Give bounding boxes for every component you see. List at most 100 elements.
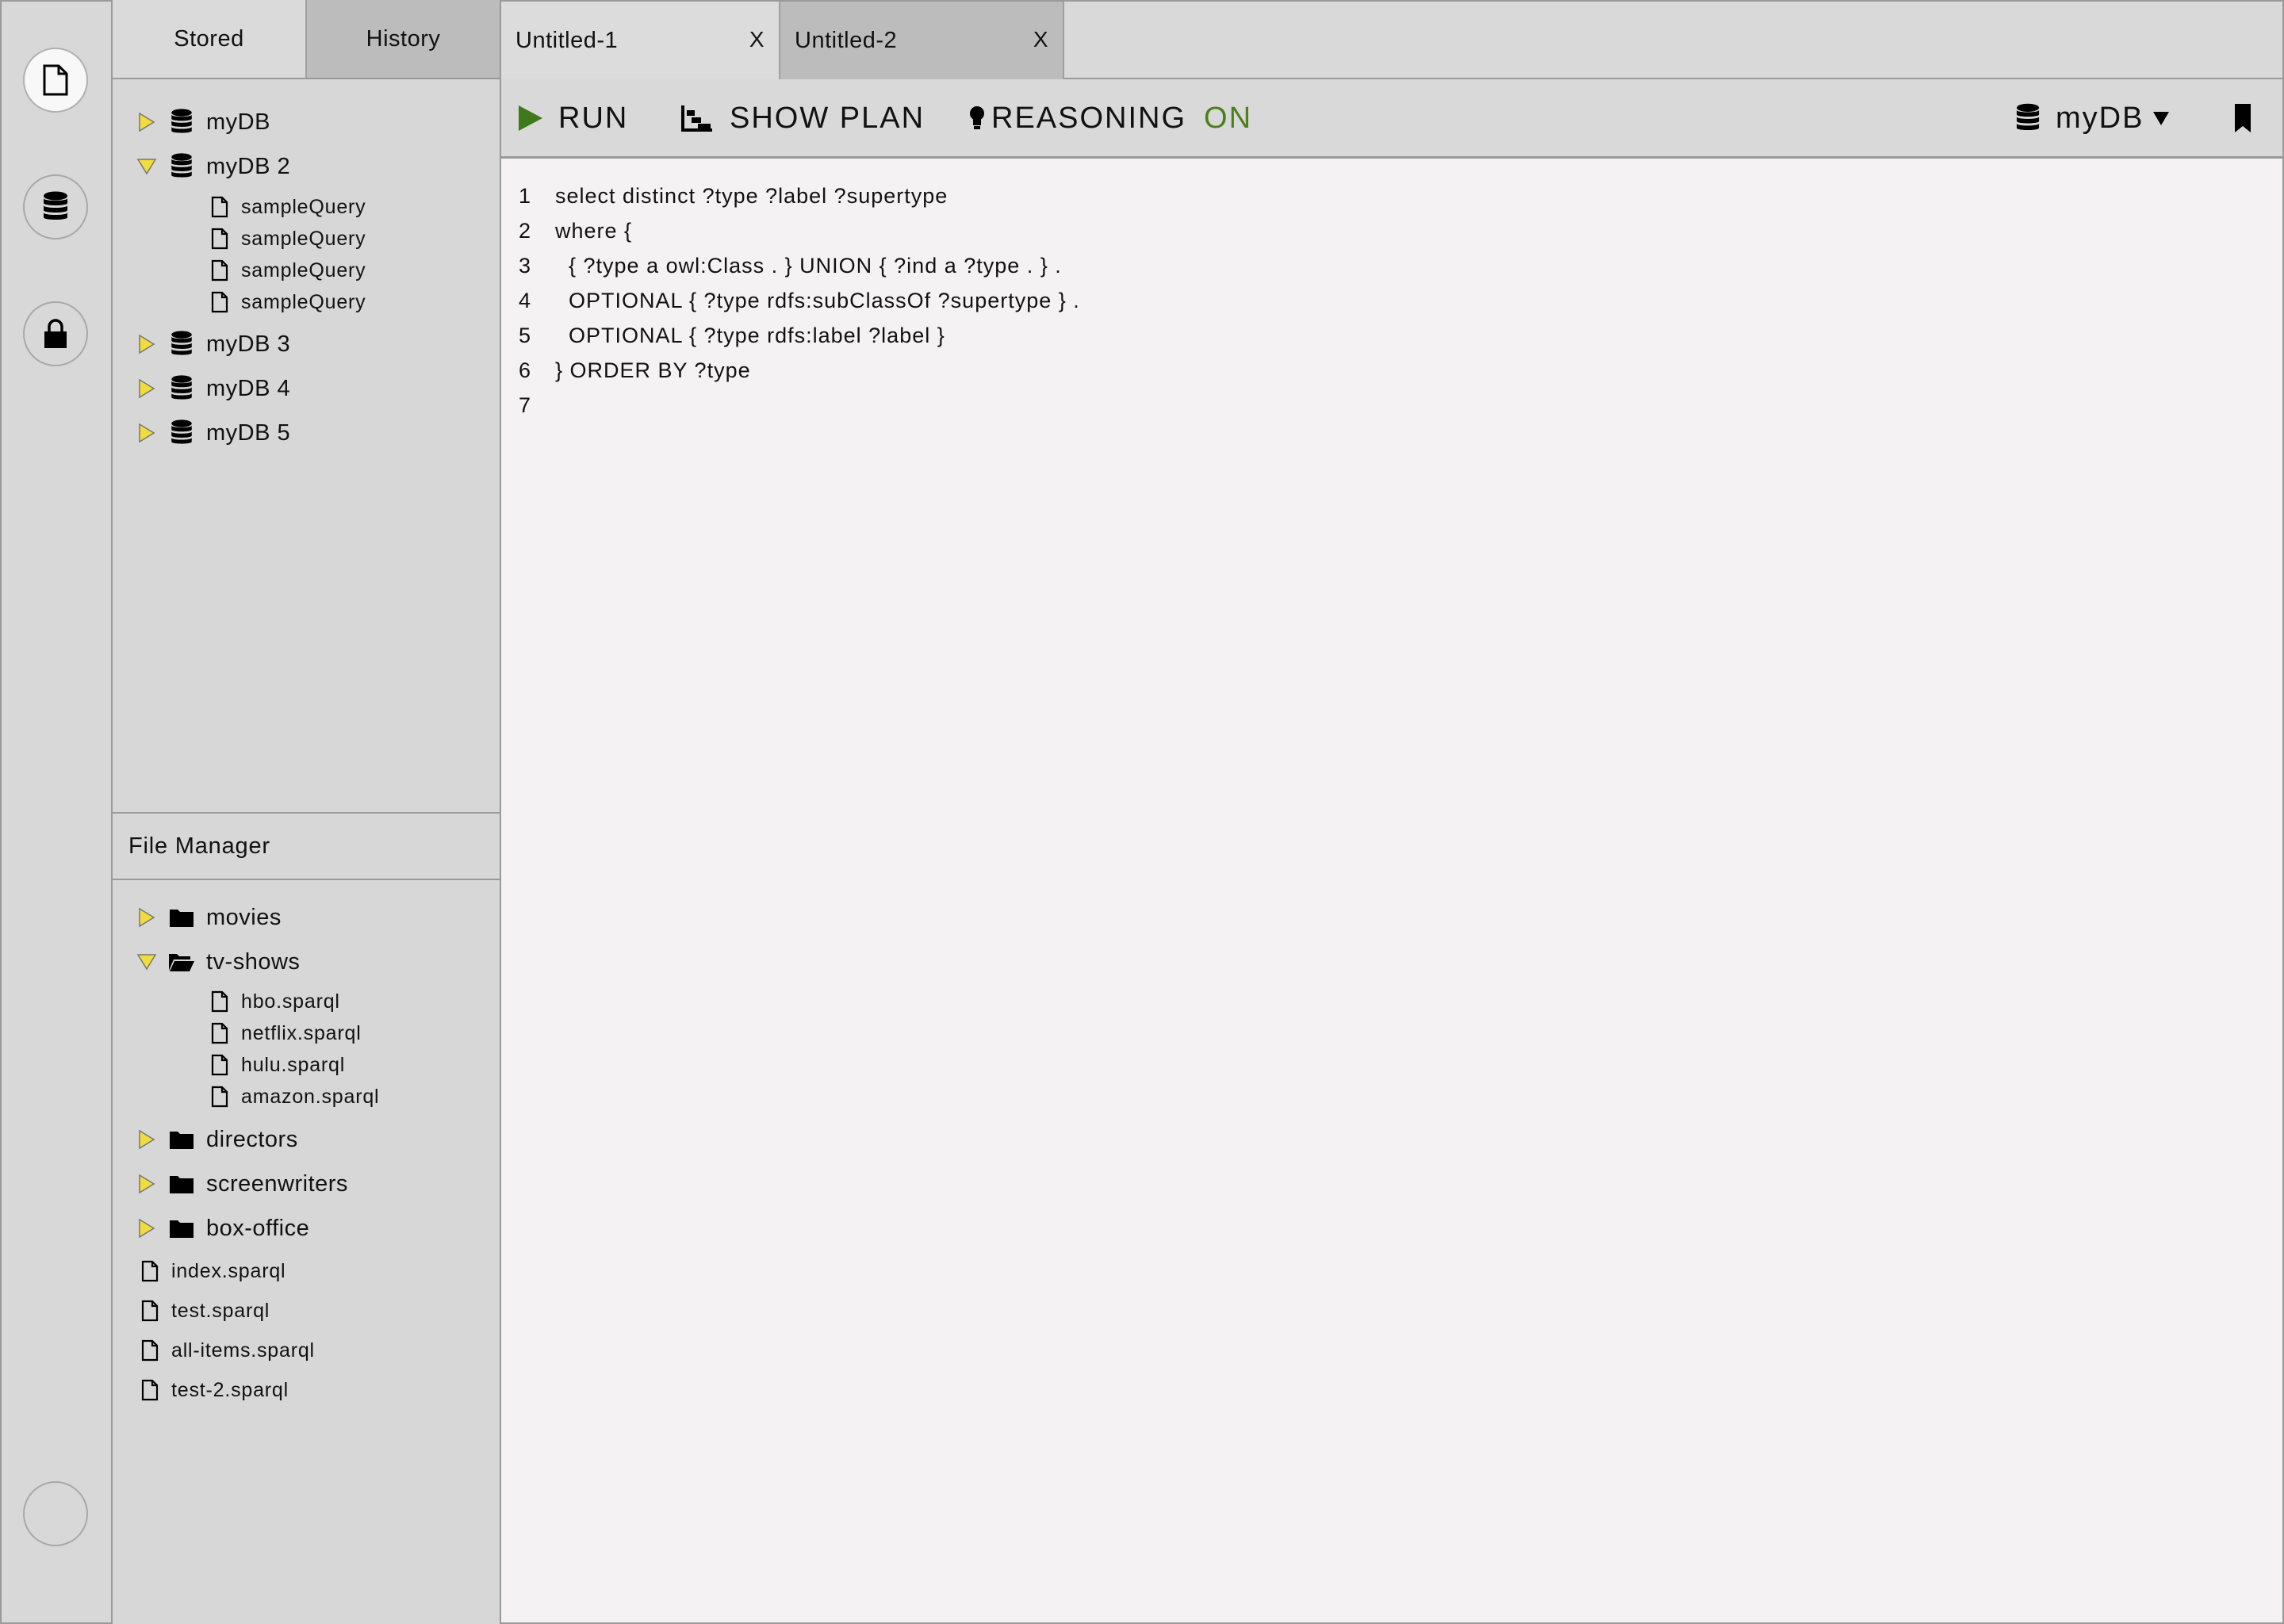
document-icon — [209, 226, 230, 251]
plan-icon — [680, 104, 714, 132]
editor-tab-untitled-2[interactable]: Untitled-2 X — [780, 2, 1064, 79]
document-icon — [209, 258, 230, 283]
main-panel: Untitled-1 X Untitled-2 X RUN SHOW PLAN … — [501, 0, 2284, 1624]
document-icon — [42, 63, 69, 97]
folder-icon — [168, 904, 195, 931]
expand-triangle-icon[interactable] — [136, 1218, 157, 1239]
document-icon — [209, 289, 230, 315]
line-number: 3 — [519, 253, 532, 278]
code-text: select distinct ?type ?label ?supertype — [555, 183, 948, 208]
query-toolbar: RUN SHOW PLAN REASONING ON myDB — [501, 79, 2284, 159]
tab-history[interactable]: History — [307, 0, 500, 78]
editor-tab-label: Untitled-2 — [795, 27, 898, 53]
database-icon — [168, 375, 195, 402]
expand-triangle-icon[interactable] — [136, 907, 157, 928]
document-icon — [209, 989, 230, 1014]
expand-triangle-icon[interactable] — [136, 112, 157, 132]
file-label: amazon.sparql — [241, 1085, 380, 1108]
lock-icon — [44, 319, 67, 349]
run-button[interactable]: RUN — [517, 79, 628, 157]
bookmark-icon — [2233, 102, 2252, 134]
rail-user-button[interactable] — [23, 1481, 88, 1546]
code-text: OPTIONAL { ?type rdfs:label ?label } — [555, 323, 945, 347]
tree-node-label: myDB 2 — [206, 153, 291, 179]
rail-databases-button[interactable] — [23, 174, 88, 239]
line-number: 2 — [519, 218, 532, 243]
file-label: netflix.sparql — [241, 1021, 362, 1044]
icon-rail — [0, 0, 113, 1624]
document-icon — [209, 1021, 230, 1046]
play-icon — [517, 104, 544, 132]
folder-label: box-office — [206, 1215, 310, 1241]
file-label: index.sparql — [171, 1259, 286, 1282]
folder-label: movies — [206, 904, 282, 930]
expand-triangle-icon[interactable] — [136, 334, 157, 354]
line-number: 5 — [519, 323, 532, 347]
close-tab-button[interactable]: X — [1033, 27, 1048, 52]
show-plan-button[interactable]: SHOW PLAN — [680, 79, 925, 157]
editor-tab-label: Untitled-1 — [515, 27, 619, 53]
database-icon — [168, 419, 195, 446]
line-number: 1 — [519, 183, 532, 208]
query-label: sampleQuery — [241, 259, 366, 282]
collapse-triangle-icon[interactable] — [136, 156, 157, 177]
expand-triangle-icon[interactable] — [136, 378, 157, 399]
query-label: sampleQuery — [241, 227, 366, 250]
folder-open-icon — [168, 948, 195, 975]
query-editor[interactable]: 1 select distinct ?type ?label ?supertyp… — [501, 159, 2284, 1624]
rail-security-button[interactable] — [23, 301, 88, 366]
reasoning-state: ON — [1204, 101, 1253, 135]
expand-triangle-icon[interactable] — [136, 423, 157, 443]
query-label: sampleQuery — [241, 195, 366, 218]
document-icon — [209, 1052, 230, 1078]
close-tab-button[interactable]: X — [749, 27, 765, 52]
database-icon — [168, 109, 195, 136]
file-label: all-items.sparql — [171, 1339, 315, 1362]
tree-node-label: myDB 3 — [206, 331, 291, 357]
database-selector[interactable]: myDB — [2016, 79, 2171, 157]
code-text: where { — [555, 218, 633, 243]
database-icon — [43, 191, 68, 223]
database-icon — [168, 331, 195, 358]
folder-label: directors — [206, 1126, 298, 1152]
folder-label: tv-shows — [206, 948, 301, 975]
sidebar: Stored History myDB myDB 2 sampleQuery s… — [111, 0, 501, 1624]
tree-node-label: myDB 5 — [206, 419, 291, 446]
show-plan-label: SHOW PLAN — [730, 101, 925, 135]
lightbulb-icon — [969, 105, 985, 131]
code-text: OPTIONAL { ?type rdfs:subClassOf ?supert… — [555, 288, 1080, 312]
file-label: test.sparql — [171, 1299, 270, 1322]
document-icon — [140, 1377, 160, 1403]
folder-icon — [168, 1215, 195, 1242]
document-icon — [140, 1298, 160, 1323]
reasoning-label: REASONING — [991, 101, 1187, 135]
collapse-triangle-icon[interactable] — [136, 952, 157, 972]
database-icon — [2016, 103, 2040, 133]
line-number: 4 — [519, 288, 532, 312]
expand-triangle-icon[interactable] — [136, 1129, 157, 1150]
tab-stored[interactable]: Stored — [113, 0, 307, 78]
database-icon — [168, 153, 195, 180]
rail-queries-button[interactable] — [23, 48, 88, 113]
database-selected-label: myDB — [2056, 101, 2144, 135]
code-text: } ORDER BY ?type — [555, 358, 751, 382]
tree-node-label: myDB 4 — [206, 375, 291, 401]
document-icon — [209, 1084, 230, 1109]
folder-icon — [168, 1170, 195, 1197]
document-icon — [140, 1258, 160, 1284]
folder-icon — [168, 1126, 195, 1153]
file-manager-header: File Manager — [113, 812, 500, 880]
code-text: { ?type a owl:Class . } UNION { ?ind a ?… — [555, 253, 1062, 278]
bookmark-button[interactable] — [2233, 79, 2252, 157]
file-label: hulu.sparql — [241, 1053, 346, 1076]
folder-label: screenwriters — [206, 1170, 348, 1197]
tree-node-label: myDB — [206, 109, 270, 135]
expand-triangle-icon[interactable] — [136, 1174, 157, 1194]
sidebar-tabs: Stored History — [113, 0, 500, 79]
file-label: hbo.sparql — [241, 990, 340, 1013]
editor-tab-untitled-1[interactable]: Untitled-1 X — [501, 2, 780, 79]
chevron-down-icon — [2152, 109, 2171, 127]
document-icon — [140, 1338, 160, 1363]
reasoning-toggle[interactable]: REASONING ON — [969, 79, 1252, 157]
file-label: test-2.sparql — [171, 1378, 289, 1401]
